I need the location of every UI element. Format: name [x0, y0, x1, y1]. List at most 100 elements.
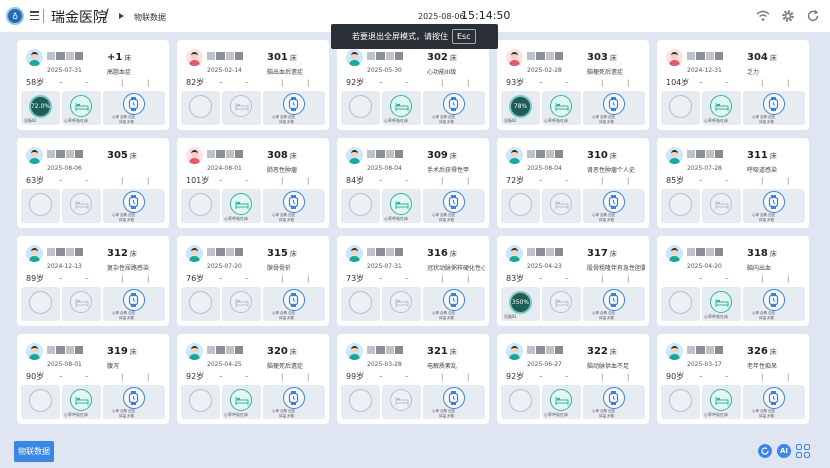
bed-sensor-panel[interactable]: 心率呼吸在床	[702, 91, 741, 125]
device-ring-panel[interactable]	[21, 385, 60, 419]
wearable-panel[interactable]: 心率 血氧 血压 体温 步数	[423, 91, 485, 125]
dash-separator: –	[219, 372, 223, 380]
device-ring-panel[interactable]	[181, 91, 220, 125]
patient-card[interactable]: 310 床 2025-08-04 肾恶性肿瘤个人史 72岁 – – | | 心率 血氧 血压 体温 …	[497, 138, 649, 228]
bed-sensor-panel[interactable]	[382, 385, 421, 419]
patient-card[interactable]: +1 床 2025-07-31 高脂血症 58岁 – – | | 72.0% 设备ID 心率呼吸在床 心…	[17, 40, 169, 130]
patient-card[interactable]: 309 床 2025-08-04 手术后获得性甲 84岁 – – | | 心率呼吸在床 心率 血氧 …	[337, 138, 489, 228]
patient-card[interactable]: 302 床 2025-05-30 心功能III级 92岁 – – | | 心率呼吸在床 心率 血氧 …	[337, 40, 489, 130]
bed-sensor-panel[interactable]	[222, 287, 261, 321]
wearable-panel[interactable]: 心率 血氧 血压 体温 步数	[743, 91, 805, 125]
refresh-icon[interactable]	[806, 9, 820, 23]
patient-card[interactable]: 316 床 2025-07-31 冠状动脉粥样硬化性心 73岁 – – | | 心率 血氧 血压体…	[337, 236, 489, 326]
device-ring-panel[interactable]	[181, 287, 220, 321]
bed-sensor-panel[interactable]: 心率呼吸在床	[222, 385, 261, 419]
bed-sensor-panel[interactable]	[62, 287, 101, 321]
play-icon	[119, 13, 124, 19]
bed-sensor-panel[interactable]	[222, 91, 261, 125]
device-ring-panel[interactable]: 350% 设备ID	[501, 287, 540, 321]
bar-separator: |	[627, 177, 630, 185]
bed-sensor-panel[interactable]: 心率呼吸在床	[542, 385, 581, 419]
device-ring-empty	[509, 389, 532, 412]
gear-icon[interactable]	[781, 9, 795, 23]
device-ring-panel[interactable]	[501, 189, 540, 223]
device-ring-panel[interactable]	[181, 189, 220, 223]
diagnosis: 电解质紊乱	[427, 363, 458, 370]
wearable-panel[interactable]: 心率 血氧 血压 体温 步数	[583, 91, 645, 125]
wearable-panel[interactable]: 心率 血氧 血压 体温 步数	[103, 91, 165, 125]
bed-sensor-panel[interactable]: 心率呼吸在床	[542, 91, 581, 125]
wearable-panel[interactable]: 心率 血氧 血压 体温 步数	[423, 189, 485, 223]
patient-card[interactable]: 318 床 2025-04-20 脑内出血 – – | | 心率呼吸在床 心率 血氧 血压 体温 步…	[657, 236, 809, 326]
wearable-panel[interactable]: 心率 血氧 血压 体温 步数	[743, 287, 805, 321]
device-ring-panel[interactable]	[661, 385, 700, 419]
bed-sensor-panel[interactable]: 心率呼吸在床	[382, 189, 421, 223]
menu-icon[interactable]	[30, 11, 39, 20]
wearable-panel[interactable]: 心率 血氧 血压 体温 步数	[583, 189, 645, 223]
patient-card[interactable]: 311 床 2025-07-28 呼吸道感染 85岁 – – | | 心率 血氧 血压 体温 步数	[657, 138, 809, 228]
device-ring-panel[interactable]	[181, 385, 220, 419]
device-ring-panel[interactable]	[661, 287, 700, 321]
wearable-panel[interactable]: 心率 血氧 血压 体温 步数	[583, 385, 645, 419]
bed-sensor-panel[interactable]: 心率呼吸在床	[62, 91, 101, 125]
bar-separator: |	[761, 373, 764, 381]
patient-card[interactable]: 326 床 2025-03-17 老年性痴呆 90岁 – – | | 心率呼吸在床 心率 血氧 血压…	[657, 334, 809, 424]
patient-card[interactable]: 322 床 2025-06-27 脑动脉供血不足 92岁 – – | | 心率呼吸在床 心率 血氧 …	[497, 334, 649, 424]
bed-sensor-panel[interactable]	[542, 287, 581, 321]
wearable-panel[interactable]: 心率 血氧 血压 体温 步数	[743, 385, 805, 419]
patient-card[interactable]: 305 床 2025-08-06 63岁 – – | | 心率 血氧 血压 体温 步数	[17, 138, 169, 228]
wearable-panel[interactable]: 心率 血氧 血压 体温 步数	[583, 287, 645, 321]
patient-card[interactable]: 303 床 2025-02-28 脑梗死后遗症 93岁 – – | | 78% 设备ID 心率呼吸在床…	[497, 40, 649, 130]
sync-icon[interactable]	[758, 444, 772, 458]
patient-name-redacted	[527, 248, 563, 256]
device-ring-panel[interactable]	[661, 189, 700, 223]
device-ring-panel[interactable]	[21, 189, 60, 223]
bed-sensor-panel[interactable]: 心率呼吸在床	[62, 385, 101, 419]
patient-card[interactable]: 319 床 2025-08-01 腹泻 90岁 – – | | 心率呼吸在床 心率 血氧 血压 体温 …	[17, 334, 169, 424]
hospital-name[interactable]: 瑞金医院	[51, 7, 107, 27]
wearable-panel[interactable]: 心率 血氧 血压 体温 步数	[103, 189, 165, 223]
bed-sensor-panel[interactable]: 心率呼吸在床	[702, 385, 741, 419]
wifi-icon[interactable]	[756, 9, 770, 23]
bed-icon	[550, 389, 572, 411]
device-ring-panel[interactable]	[341, 287, 380, 321]
bed-sensor-panel[interactable]	[702, 189, 741, 223]
bar-separator: |	[467, 275, 470, 283]
device-ring-panel[interactable]	[341, 91, 380, 125]
wearable-panel[interactable]: 心率 血氧 血压 体温 步数	[263, 385, 325, 419]
patient-card[interactable]: 317床 2025-04-23 股骨粗隆伴有急性胆囊炎 83岁 – – | | 350%设备ID…	[497, 236, 649, 326]
bed-sensor-panel[interactable]: 心率呼吸在床	[702, 287, 741, 321]
patient-card[interactable]: 312 床 2024-12-13 复杂性尿路感染 89岁 – – | | 心率 血氧 血压 体温 步…	[17, 236, 169, 326]
device-ring-panel[interactable]	[661, 91, 700, 125]
device-ring-panel[interactable]	[501, 385, 540, 419]
device-ring-panel[interactable]	[21, 287, 60, 321]
device-ring-panel[interactable]: 78% 设备ID	[501, 91, 540, 125]
bed-sensor-panel[interactable]	[382, 287, 421, 321]
device-ring-panel[interactable]	[341, 189, 380, 223]
wearable-panel[interactable]: 心率 血氧 血压 体温 步数	[103, 385, 165, 419]
bed-sensor-panel[interactable]	[542, 189, 581, 223]
patient-card[interactable]: 304 床 2024-12-31 乏力 104岁 – – | | 心率呼吸在床 心率 血氧 血压 体温…	[657, 40, 809, 130]
bed-sensor-panel[interactable]: 心率呼吸在床	[382, 91, 421, 125]
patient-avatar	[346, 49, 363, 66]
wearable-panel[interactable]: 心率 血氧 血压 体温 步数	[263, 287, 325, 321]
apps-grid-icon[interactable]	[796, 444, 810, 458]
wearable-panel[interactable]: 心率 血氧 血压 体温 步数	[743, 189, 805, 223]
device-ring-panel[interactable]	[341, 385, 380, 419]
bed-sensor-panel[interactable]: 心率呼吸在床	[222, 189, 261, 223]
wearable-panel[interactable]: 心率 血氧 血压 体温 步数	[423, 287, 485, 321]
patient-card[interactable]: 308 床 2024-08-01 肺恶性肿瘤 101岁 – – | | 心率呼吸在床 心率 血氧 血…	[177, 138, 329, 228]
iot-data-button[interactable]: 物联数据	[14, 441, 54, 462]
patient-card[interactable]: 320 床 2025-04-25 脑梗死后遗症 92岁 – – | | 心率呼吸在床 心率 血氧 血…	[177, 334, 329, 424]
wearable-panel[interactable]: 心率 血氧 血压 体温 步数	[103, 287, 165, 321]
wearable-panel[interactable]: 心率 血氧 血压 体温 步数	[263, 91, 325, 125]
dash-separator: –	[219, 176, 223, 184]
patient-card[interactable]: 321 床 2025-03-28 电解质紊乱 99岁 – – | | 心率 血氧 血压 体温 步数	[337, 334, 489, 424]
bed-sensor-panel[interactable]	[62, 189, 101, 223]
device-ring-panel[interactable]: 72.0% 设备ID	[21, 91, 60, 125]
wearable-panel[interactable]: 心率 血氧 血压 体温 步数	[423, 385, 485, 419]
patient-card[interactable]: 315 床 2025-07-20 髌骨骨折 76岁 – – | | 心率 血氧 血压 体温 步数	[177, 236, 329, 326]
patient-card[interactable]: 301 床 2025-02-14 脑出血后遗症 82岁 – – | | 心率 血氧 血压 体温 步数	[177, 40, 329, 130]
ai-assistant-icon[interactable]: AI	[777, 444, 791, 458]
wearable-panel[interactable]: 心率 血氧 血压 体温 步数	[263, 189, 325, 223]
